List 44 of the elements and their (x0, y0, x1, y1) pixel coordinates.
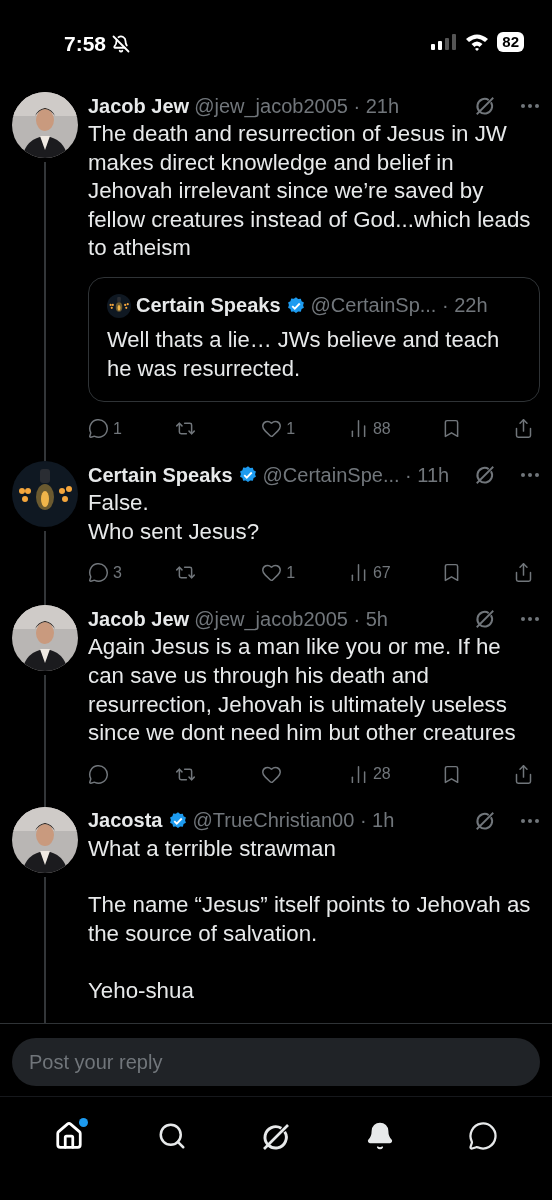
reply-field[interactable]: Post your reply (12, 1038, 540, 1086)
author-name[interactable]: Certain Speaks (136, 294, 281, 318)
clock: 7:58 (64, 32, 107, 56)
reply-button[interactable]: 3 (88, 562, 124, 584)
more-icon[interactable] (520, 616, 540, 623)
share-icon[interactable] (513, 763, 534, 785)
views-button[interactable]: 28 (347, 763, 391, 785)
like-icon (261, 418, 283, 440)
battery-level: 82 (497, 32, 524, 52)
post-meta: @jew_jacob2005 · 21h (194, 94, 400, 118)
like-icon (261, 562, 283, 584)
post-text: Yeho-shua (88, 976, 195, 1005)
author-name[interactable]: Certain Speaks (88, 463, 233, 487)
reply-button[interactable]: 1 (88, 418, 124, 440)
post-meta: @CertainSpe... · 11h (262, 463, 450, 487)
post-text: What a terrible strawman (88, 834, 337, 863)
signal-icon (431, 34, 458, 50)
wifi-icon (465, 33, 490, 51)
reply-icon (88, 763, 109, 785)
author-name[interactable]: Jacosta (88, 809, 163, 833)
share-icon[interactable] (513, 562, 534, 584)
views-button[interactable]: 88 (347, 418, 391, 440)
speech-bubble-icon (467, 1121, 498, 1151)
share-icon[interactable] (513, 418, 534, 440)
more-icon[interactable] (520, 472, 540, 479)
post-text: The death and resurrection of Jesus in JW makes direct knowledge and belief in Jehovah irrelevant since we’re saved by fellow creatures instead of God...which leads to atheism (88, 120, 532, 263)
views-button[interactable]: 67 (347, 562, 391, 584)
post-text: False. Who sent Jesus? (88, 489, 261, 546)
post-text: Well thats a lie… JWs believe and teach he was resurrected. (107, 325, 501, 383)
more-icon[interactable] (520, 103, 540, 109)
post-text: The name “Jesus” itself points to Jehovah as the source of salvation. (88, 891, 532, 948)
author-name[interactable]: Jacob Jew (88, 94, 190, 118)
author-name[interactable]: Jacob Jew (88, 607, 190, 631)
post-text: Again Jesus is a man like you or me. If he can save us through his death and resurrection, Jehovah is ultimately useless since we dont need him but other creatures (88, 633, 517, 748)
like-button[interactable]: 1 (261, 562, 298, 584)
post-meta: @TrueChristian00 · 1h (192, 809, 395, 833)
post-meta: @jew_jacob2005 · 5h (194, 607, 388, 631)
home-icon (54, 1121, 85, 1151)
reply-icon (88, 562, 109, 584)
reply-icon (88, 418, 109, 440)
like-button[interactable]: 1 (261, 418, 298, 440)
more-icon[interactable] (520, 817, 540, 824)
post-meta: @CertainSp... · 22h (310, 294, 488, 318)
quoted-post[interactable]: Certain Speaks @CertainSp... · 22h Well thats a lie… JWs believe and teach he was resurrected. (88, 276, 540, 403)
